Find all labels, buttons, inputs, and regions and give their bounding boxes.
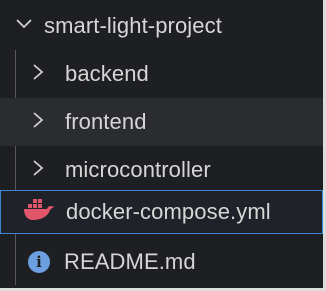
tree-item-microcontroller[interactable]: microcontroller xyxy=(0,146,323,194)
tree-item-label: microcontroller xyxy=(65,157,211,182)
tree-item-backend[interactable]: backend xyxy=(0,50,323,98)
tree-root-folder[interactable]: smart-light-project xyxy=(0,4,323,48)
chevron-right-icon[interactable] xyxy=(29,158,47,183)
tree-item-readme[interactable]: i README.md xyxy=(0,238,323,286)
info-icon: i xyxy=(28,251,50,273)
chevron-down-icon[interactable] xyxy=(14,14,34,39)
chevron-right-icon[interactable] xyxy=(29,110,47,135)
root-folder-label: smart-light-project xyxy=(44,13,222,38)
tree-item-label: docker-compose.yml xyxy=(66,199,271,224)
tree-item-frontend[interactable]: frontend xyxy=(0,98,323,146)
tree-item-docker-compose[interactable]: docker-compose.yml xyxy=(0,190,323,234)
docker-whale-icon xyxy=(23,198,55,226)
tree-item-label: README.md xyxy=(64,249,196,274)
tree-item-label: frontend xyxy=(65,109,147,134)
chevron-right-icon[interactable] xyxy=(29,62,47,87)
tree-item-label: backend xyxy=(65,61,149,86)
file-explorer-panel: smart-light-project backend frontend mic… xyxy=(0,0,323,288)
